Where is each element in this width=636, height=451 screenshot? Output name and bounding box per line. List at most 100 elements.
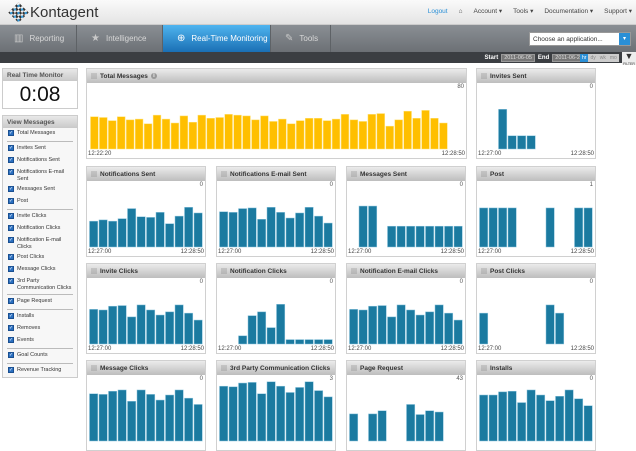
bar[interactable] [425,311,435,345]
checkbox-checked-icon[interactable]: ✓ [8,213,14,219]
bar[interactable] [165,311,175,345]
bar[interactable] [323,222,333,248]
bar[interactable] [444,312,454,345]
bar[interactable] [314,339,324,345]
bar[interactable] [564,389,574,442]
bar[interactable] [260,115,269,150]
checkbox-checked-icon[interactable]: ✓ [8,313,14,319]
bar[interactable] [536,394,546,442]
scale-mo[interactable]: mo [607,54,619,62]
start-date-input[interactable]: 2011-06-05 [501,54,535,62]
view-messages-item[interactable]: ✓ 3rd Party Communication Clicks [3,276,77,293]
bar[interactable] [89,220,99,248]
bar[interactable] [242,115,251,150]
panel-header[interactable]: Post Clicks [477,264,595,278]
bar[interactable] [99,117,108,150]
tab-real-time-monitoring[interactable]: ⊕ Real-Time Monitoring [163,25,271,52]
bar[interactable] [117,305,127,345]
bar[interactable] [406,225,416,248]
checkbox-checked-icon[interactable]: ✓ [8,169,14,175]
bar[interactable] [517,402,527,442]
bar[interactable] [406,404,416,442]
checkbox-checked-icon[interactable]: ✓ [8,325,14,331]
bar[interactable] [296,120,305,150]
bar[interactable] [358,309,368,345]
bar[interactable] [278,118,287,150]
panel-header[interactable]: Page Request [347,361,465,375]
bar[interactable] [385,125,394,150]
bar[interactable] [453,319,463,345]
bar[interactable] [368,205,378,248]
view-messages-item[interactable]: ✓ Notifications E-mail Sent [3,167,77,184]
bar[interactable] [367,114,376,150]
bar[interactable] [170,122,180,150]
panel-header[interactable]: Post [477,167,595,181]
checkbox-checked-icon[interactable]: ✓ [8,186,14,192]
bar[interactable] [89,309,99,345]
panel-header[interactable]: Message Clicks [87,361,205,375]
bar[interactable] [415,414,425,442]
bar[interactable] [247,207,257,248]
bar[interactable] [285,392,295,442]
panel-header[interactable]: Invites Sent [477,69,595,83]
application-select[interactable]: Choose an application... ▾ [529,32,631,46]
chevron-down-icon[interactable]: ▾ [619,33,630,45]
bar[interactable] [545,304,555,345]
drag-handle-icon[interactable] [221,365,227,371]
bar[interactable] [323,339,333,345]
bar[interactable] [238,382,248,442]
home-icon[interactable]: ⌂ [459,8,463,15]
scale-hr[interactable]: hr [580,54,589,62]
view-messages-item[interactable]: ✓ Goal Counts [3,350,77,362]
checkbox-checked-icon[interactable]: ✓ [8,145,14,151]
support-menu[interactable]: Support ▾ [604,7,632,15]
bar[interactable] [266,327,276,345]
bar[interactable] [555,396,565,442]
bar[interactable] [146,217,156,248]
bar[interactable] [434,411,444,442]
bar[interactable] [193,404,203,442]
drag-handle-icon[interactable] [481,365,487,371]
bar[interactable] [574,398,584,442]
bar[interactable] [488,394,498,442]
drag-handle-icon[interactable] [481,73,487,79]
bar[interactable] [305,118,314,150]
bar[interactable] [314,118,323,150]
bar[interactable] [155,212,165,248]
bar[interactable] [184,312,194,345]
tab-tools[interactable]: ✎ Tools [271,25,331,52]
bar[interactable] [304,381,314,442]
bar[interactable] [287,123,296,150]
bar[interactable] [188,121,197,150]
bar[interactable] [98,219,108,248]
bar[interactable] [358,121,367,150]
bar[interactable] [322,120,332,150]
bar[interactable] [507,390,517,442]
bar[interactable] [143,123,153,150]
bar[interactable] [434,225,444,248]
bar[interactable] [295,387,305,442]
filter-button[interactable]: ▼ FILTER [622,52,636,66]
drag-handle-icon[interactable] [221,171,227,177]
bar[interactable] [90,116,99,150]
bar[interactable] [117,116,126,150]
checkbox-checked-icon[interactable]: ✓ [8,130,14,136]
view-messages-item[interactable]: ✓ Invite Clicks [3,211,77,223]
view-messages-item[interactable]: ✓ Events [3,335,77,347]
checkbox-checked-icon[interactable]: ✓ [8,367,14,373]
bar[interactable] [545,400,555,442]
bar[interactable] [498,207,508,248]
bar[interactable] [247,315,257,345]
bar[interactable] [285,339,295,345]
tab-reporting[interactable]: ▥ Reporting [0,25,77,52]
panel-header[interactable]: Notification E-mail Clicks [347,264,465,278]
bar[interactable] [304,339,314,345]
panel-header[interactable]: Notifications Sent [87,167,205,181]
bar[interactable] [127,401,137,442]
bar[interactable] [340,114,350,150]
kontagent-logo[interactable]: Kontagent [8,2,98,23]
bar[interactable] [331,118,341,150]
bar[interactable] [412,118,421,150]
bar[interactable] [368,413,378,442]
bar[interactable] [155,314,165,345]
